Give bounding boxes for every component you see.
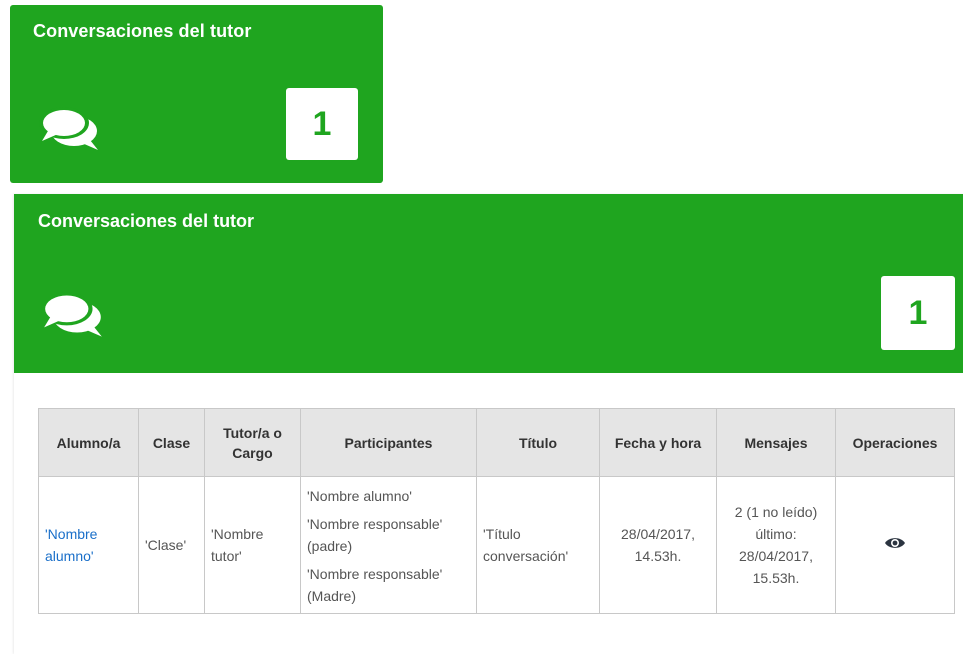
eye-icon[interactable] bbox=[884, 536, 906, 550]
conversations-table: Alumno/a Clase Tutor/a o Cargo Participa… bbox=[38, 408, 955, 614]
header-tutor[interactable]: Tutor/a o Cargo bbox=[204, 408, 301, 477]
cell-participantes: 'Nombre alumno' 'Nombre responsable' (pa… bbox=[300, 476, 477, 614]
comments-icon bbox=[39, 107, 98, 150]
panel-title: Conversaciones del tutor bbox=[38, 211, 255, 231]
panel-count: 1 bbox=[881, 276, 955, 350]
cell-mensajes: 2 (1 no leído) último: 28/04/2017, 15.53… bbox=[716, 476, 836, 614]
cell-fecha: 28/04/2017, 14.53h. bbox=[599, 476, 717, 614]
participant-item: 'Nombre alumno' bbox=[307, 488, 412, 504]
cell-titulo: 'Título conversación' bbox=[476, 476, 600, 614]
tile-count: 1 bbox=[286, 88, 358, 160]
student-link[interactable]: 'Nombre alumno' bbox=[45, 526, 97, 564]
header-titulo[interactable]: Título bbox=[476, 408, 600, 477]
header-operaciones[interactable]: Operaciones bbox=[835, 408, 955, 477]
cell-operaciones bbox=[835, 476, 955, 614]
cell-clase: 'Clase' bbox=[138, 476, 205, 614]
conversations-panel: Conversaciones del tutor 1 Alumno/a Clas… bbox=[14, 194, 963, 654]
table-row: 'Nombre alumno' 'Clase' 'Nombre tutor' '… bbox=[38, 476, 955, 614]
header-clase[interactable]: Clase bbox=[138, 408, 205, 477]
tile-title: Conversaciones del tutor bbox=[33, 21, 252, 41]
table-header-row: Alumno/a Clase Tutor/a o Cargo Participa… bbox=[38, 408, 955, 477]
participant-item: 'Nombre responsable' (padre) bbox=[307, 516, 443, 554]
header-participantes[interactable]: Participantes bbox=[300, 408, 477, 477]
conversations-tile[interactable]: Conversaciones del tutor 1 bbox=[10, 5, 383, 183]
comments-icon bbox=[41, 292, 102, 337]
header-alumno[interactable]: Alumno/a bbox=[38, 408, 139, 477]
panel-header[interactable]: Conversaciones del tutor 1 bbox=[14, 194, 963, 373]
cell-alumno: 'Nombre alumno' bbox=[38, 476, 139, 614]
header-fecha[interactable]: Fecha y hora bbox=[599, 408, 717, 477]
participant-item: 'Nombre responsable' (Madre) bbox=[307, 566, 443, 604]
cell-tutor: 'Nombre tutor' bbox=[204, 476, 301, 614]
header-mensajes[interactable]: Mensajes bbox=[716, 408, 836, 477]
